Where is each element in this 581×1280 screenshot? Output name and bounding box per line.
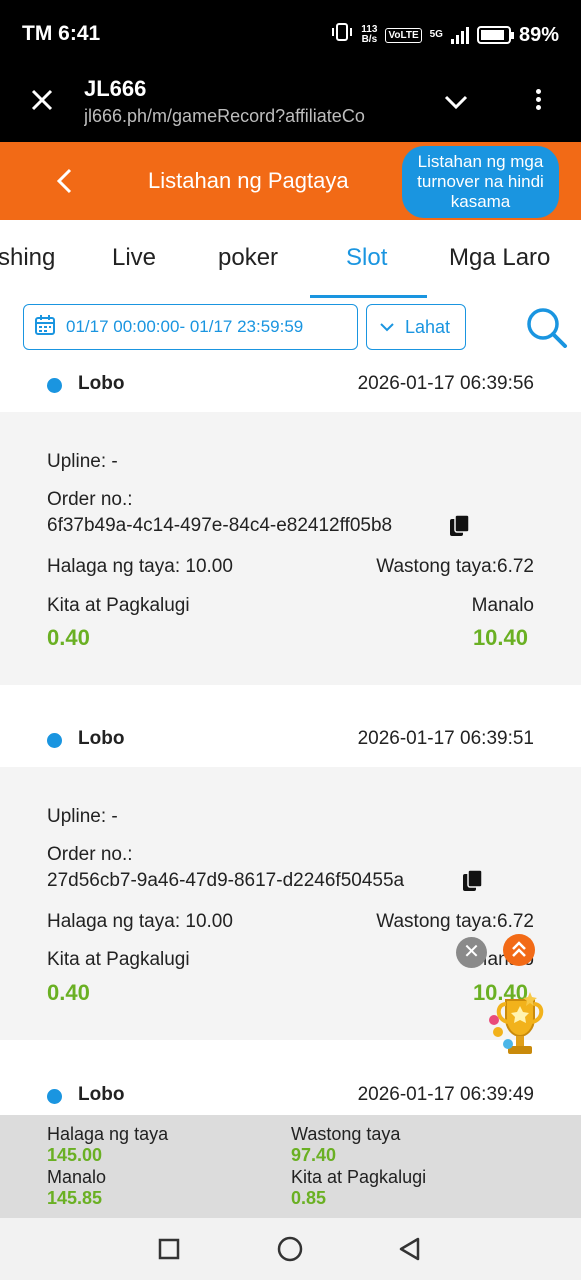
date-range-value: 01/17 00:00:00- 01/17 23:59:59: [66, 317, 304, 336]
bet-amount: Halaga ng taya: 10.00: [47, 556, 233, 577]
tab-live[interactable]: Live: [112, 244, 156, 272]
summary-win-value: 145.85: [47, 1188, 103, 1208]
back-icon[interactable]: [398, 1237, 422, 1261]
more-vert-icon[interactable]: [528, 86, 548, 118]
order-label: Order no.:: [47, 844, 133, 865]
system-nav-bar: [0, 1218, 581, 1280]
status-dot: [47, 1089, 62, 1104]
copy-icon[interactable]: [449, 514, 471, 538]
order-label: Order no.:: [47, 489, 133, 510]
bet-amount: Halaga ng taya: 10.00: [47, 911, 233, 932]
summary-valid-label: Wastong taya: [291, 1124, 401, 1144]
volte-badge: VoLTE: [385, 27, 422, 43]
record-time: 2026-01-17 06:39:56: [357, 373, 534, 394]
signal-icon: [450, 26, 469, 44]
record-details: Upline: - Order no.: 6f37b49a-4c14-497e-…: [0, 412, 581, 685]
tab-mga-laro[interactable]: Mga Laro: [449, 244, 550, 272]
browser-bar: JL666 jl666.ph/m/gameRecord?affiliateCo: [0, 64, 581, 142]
close-icon[interactable]: [28, 86, 56, 114]
calendar-icon: [34, 314, 56, 341]
turnover-excluded-button[interactable]: Listahan ng mga turnover na hindi kasama: [402, 146, 559, 218]
upline: Upline: -: [47, 451, 118, 472]
date-range-picker[interactable]: 01/17 00:00:00- 01/17 23:59:59: [23, 304, 358, 350]
record-time: 2026-01-17 06:39:51: [357, 728, 534, 749]
back-arrow-icon[interactable]: [50, 166, 80, 196]
tab-slot[interactable]: Slot: [346, 244, 387, 272]
record-header[interactable]: Lobo 2026-01-17 06:39:49: [0, 1069, 581, 1115]
site-title: JL666: [84, 76, 147, 101]
summary-profit-value: 0.85: [291, 1188, 327, 1208]
filter-row: 01/17 00:00:00- 01/17 23:59:59 Lahat: [0, 298, 581, 358]
game-name: Lobo: [78, 373, 125, 394]
game-name: Lobo: [78, 1084, 125, 1105]
game-name: Lobo: [78, 728, 125, 749]
status-time: TM 6:41: [22, 22, 101, 45]
profit-value: 0.40: [47, 625, 90, 650]
home-icon[interactable]: [277, 1236, 303, 1262]
win-label: Manalo: [471, 595, 534, 616]
tab-poker[interactable]: poker: [218, 244, 278, 272]
trophy-icon[interactable]: [484, 990, 554, 1064]
close-icon[interactable]: ✕: [456, 937, 487, 968]
profit-label: Kita at Pagkalugi: [47, 595, 190, 616]
page-title: Listahan ng Pagtaya: [148, 168, 349, 193]
copy-icon[interactable]: [462, 869, 484, 893]
net-speed: 113 B/s: [361, 25, 377, 45]
summary-bet-value: 145.00: [47, 1145, 103, 1165]
summary-valid-value: 97.40: [291, 1145, 337, 1165]
summary-panel: Halaga ng taya 145.00 Wastong taya 97.40…: [0, 1115, 581, 1218]
summary-win-label: Manalo: [47, 1167, 107, 1187]
search-icon[interactable]: [523, 306, 569, 348]
site-url[interactable]: jl666.ph/m/gameRecord?affiliateCo: [84, 106, 414, 127]
game-tabs: Fishing Live poker Slot Mga Laro: [0, 220, 581, 298]
recents-icon[interactable]: [158, 1238, 180, 1260]
record-time: 2026-01-17 06:39:49: [357, 1084, 534, 1105]
battery-icon: [476, 26, 514, 44]
net-speed-unit: B/s: [361, 34, 378, 45]
valid-bet: Wastong taya:6.72: [376, 556, 534, 577]
status-icons: 113 B/s VoLTE 5G 89%: [331, 22, 559, 48]
summary-profit-label: Kita at Pagkalugi: [291, 1167, 427, 1187]
battery-percent: 89%: [518, 23, 559, 46]
status-select[interactable]: Lahat: [366, 304, 466, 350]
status-bar: TM 6:41 113 B/s VoLTE 5G 89%: [0, 0, 581, 64]
profit-value: 0.40: [47, 980, 90, 1005]
profit-label: Kita at Pagkalugi: [47, 949, 190, 970]
vibrate-icon: [331, 22, 353, 48]
record-header[interactable]: Lobo 2026-01-17 06:39:51: [0, 713, 581, 767]
order-number: 27d56cb7-9a46-47d9-8617-d2246f50455a: [47, 870, 405, 891]
status-select-value: Lahat: [405, 316, 451, 337]
order-number: 6f37b49a-4c14-497e-84c4-e82412ff05b8: [47, 515, 393, 536]
tab-fishing[interactable]: Fishing: [0, 244, 55, 272]
summary-bet-label: Halaga ng taya: [47, 1124, 169, 1144]
chevron-down-icon: [379, 317, 395, 338]
valid-bet: Wastong taya:6.72: [376, 911, 534, 932]
win-value: 10.40: [472, 625, 528, 650]
status-dot: [47, 378, 62, 393]
network-type: 5G: [429, 29, 443, 40]
scroll-top-icon[interactable]: [503, 934, 535, 966]
record-header[interactable]: Lobo 2026-01-17 06:39:56: [0, 358, 581, 412]
status-dot: [47, 733, 62, 748]
chevron-down-icon[interactable]: [440, 86, 472, 118]
upline: Upline: -: [47, 806, 118, 827]
page-header: Listahan ng Pagtaya Listahan ng mga turn…: [0, 142, 581, 220]
